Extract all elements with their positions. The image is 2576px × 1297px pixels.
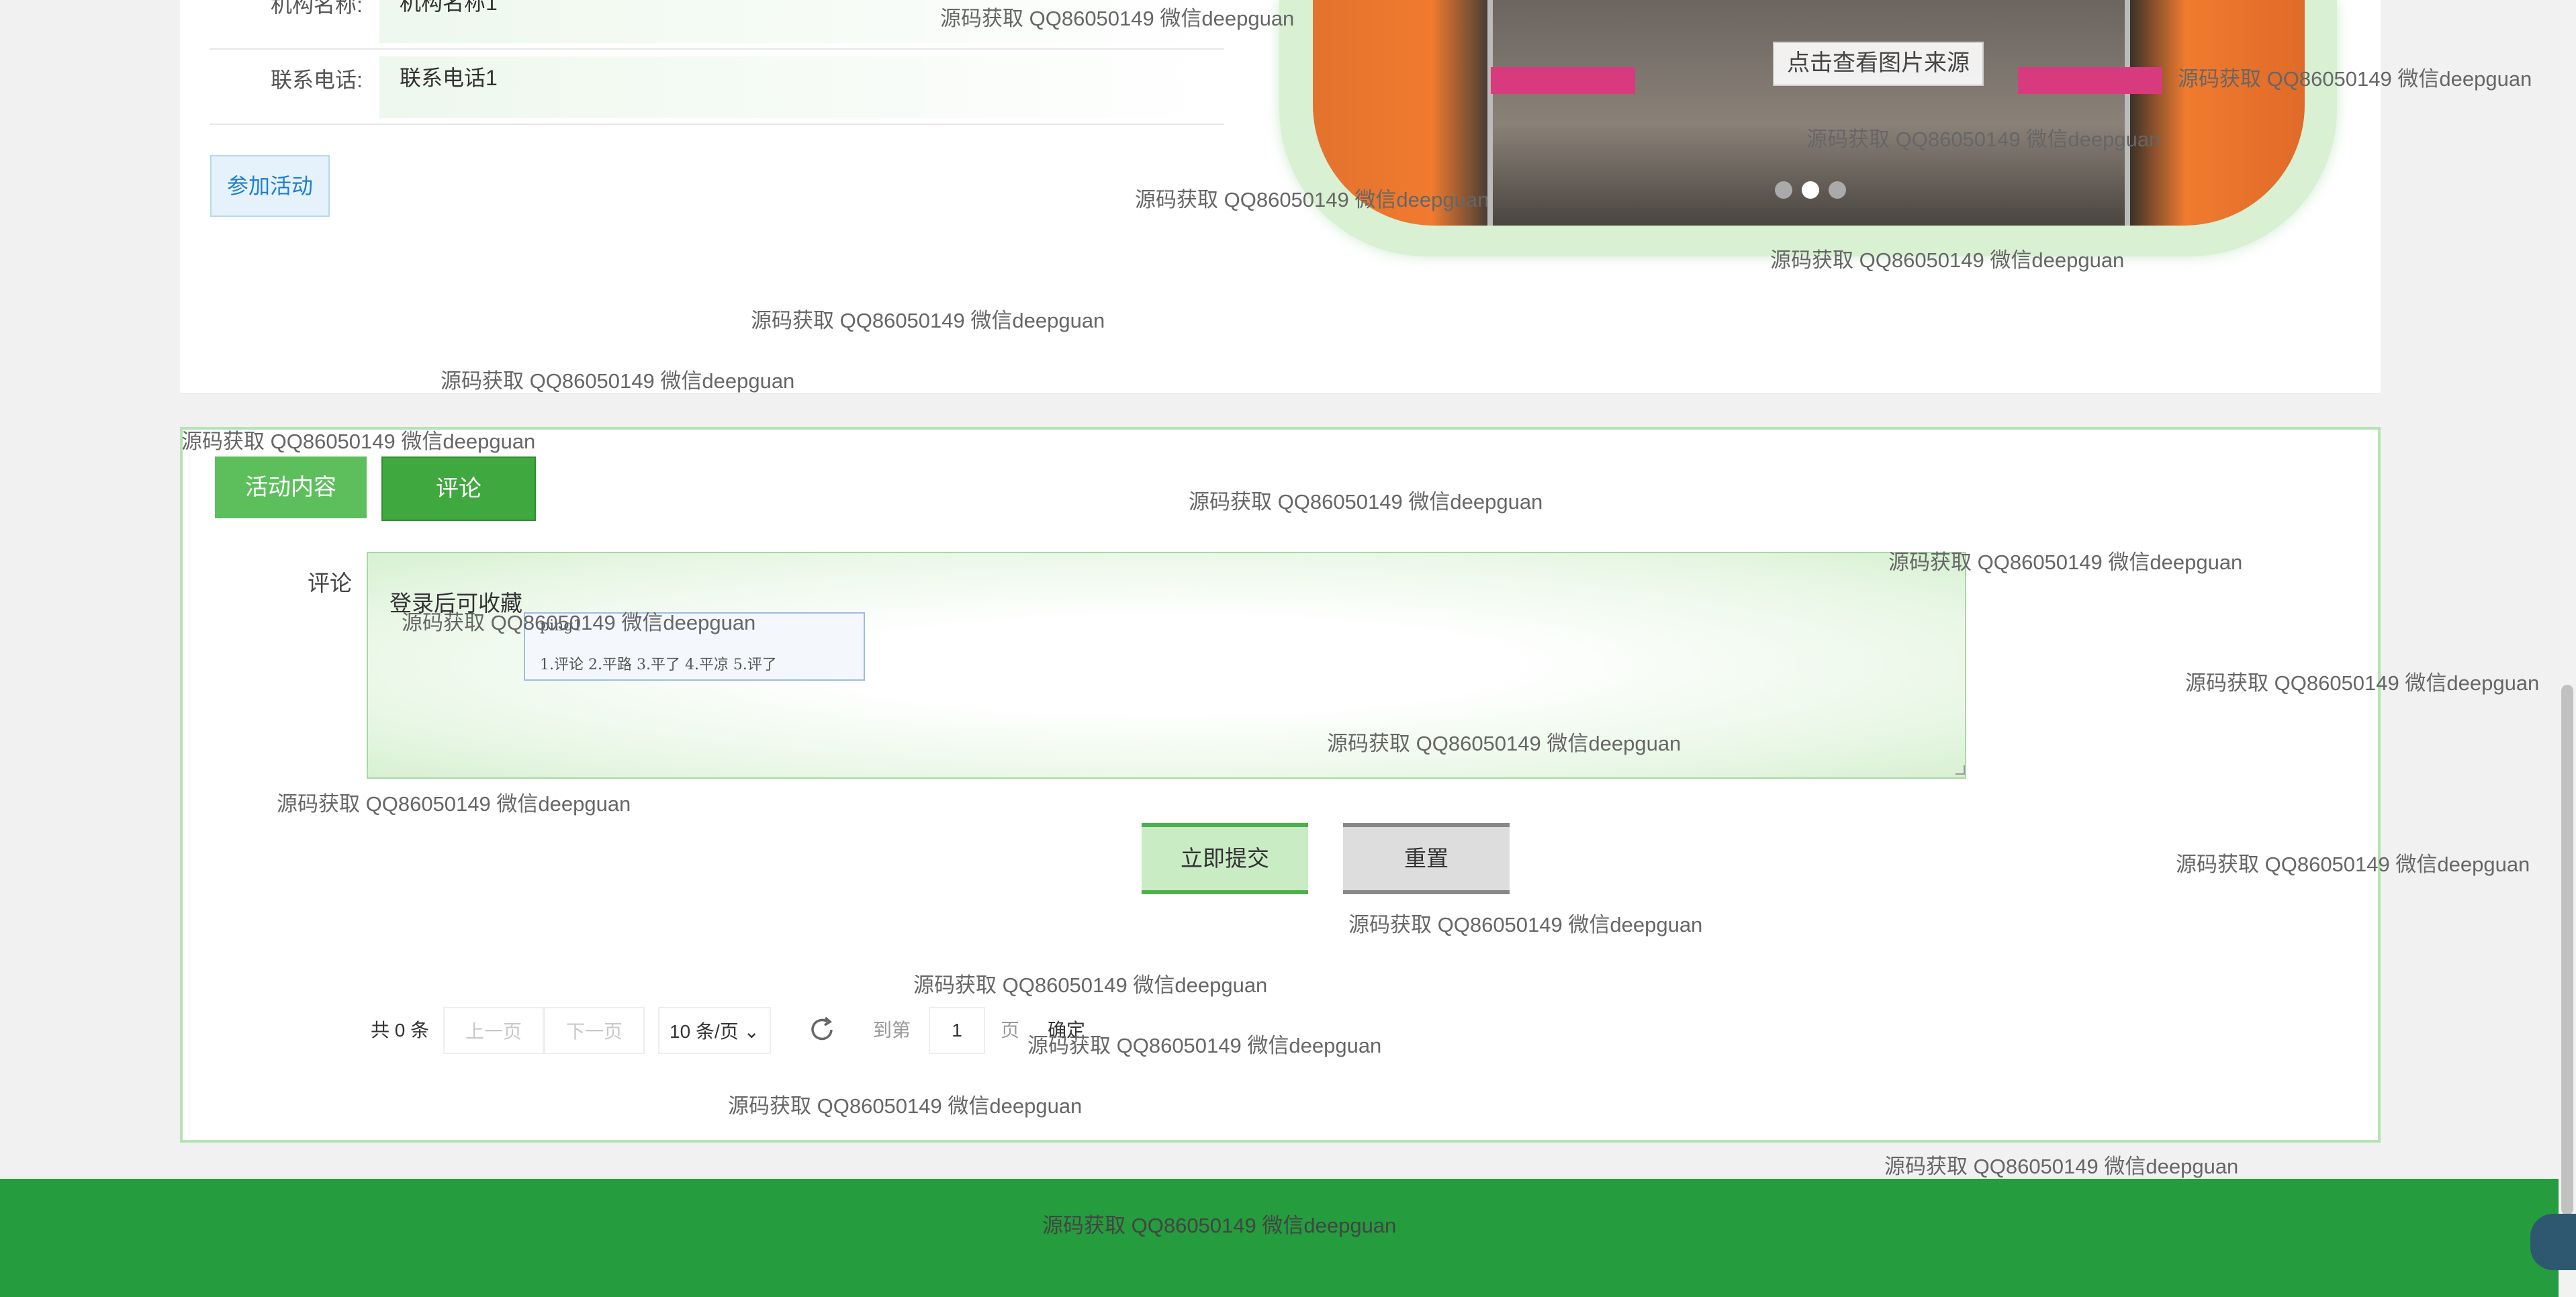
goto-label: 到第 [873,1020,911,1041]
chevron-down-icon: ⌄ [743,1021,760,1042]
phone-value: 联系电话1 [379,56,1224,118]
org-name-row: 机构名称: 机构名称1 [210,0,1224,50]
goto-confirm-button[interactable]: 确定 [1048,1007,1085,1054]
page-footer: 源码获取 QQ86050149 微信deepguan [0,1179,2576,1297]
footer-text: 源码获取 QQ86050149 微信deepguan [1042,1214,1397,1237]
ime-candidate-popup[interactable]: ping1 1.评论 2.平路 3.平了 4.平凉 5.评了 [524,612,865,681]
reset-button[interactable]: 重置 [1343,823,1510,894]
comment-label: 评论 [308,571,352,595]
phone-row: 联系电话: 联系电话1 [210,51,1224,125]
watermark-text: 源码获取 QQ86050149 微信deepguan [1884,1155,2239,1178]
resize-handle-icon[interactable] [1956,765,1965,775]
carousel-dot-active[interactable] [1802,181,1819,199]
org-name-value: 机构名称1 [379,0,1224,43]
ime-pinyin: ping1 [540,618,583,634]
phone-label: 联系电话: [271,68,363,92]
carousel-dot[interactable] [1775,181,1792,199]
refresh-icon[interactable] [807,1015,837,1045]
pagination-total: 共 0 条 [371,1020,430,1041]
login-to-favorite-text: 登录后可收藏 [389,591,522,616]
page-suffix-label: 页 [1001,1020,1020,1041]
tab-comment[interactable]: 评论 [381,457,536,521]
tab-activity-content[interactable]: 活动内容 [215,457,367,518]
floating-avatar[interactable] [2530,1214,2576,1270]
page-size-value: 10 条/页 [670,1021,739,1042]
image-source-button[interactable]: 点击查看图片来源 [1773,42,1984,86]
submit-button[interactable]: 立即提交 [1142,823,1308,894]
page-number-input[interactable]: 1 [929,1007,985,1054]
org-name-label: 机构名称: [271,0,363,17]
scrollbar-thumb[interactable] [2561,685,2573,1215]
next-page-button[interactable]: 下一页 [544,1007,645,1054]
page-size-select[interactable]: 10 条/页 ⌄ [658,1007,771,1054]
shop-sign-left [1491,67,1635,94]
shop-sign-right [2018,67,2162,94]
image-carousel[interactable] [1313,0,2305,226]
ime-candidates[interactable]: 1.评论 2.平路 3.平了 4.平凉 5.评了 [540,653,777,674]
carousel-dot[interactable] [1829,181,1846,199]
prev-page-button[interactable]: 上一页 [443,1007,544,1054]
join-activity-button[interactable]: 参加活动 [210,155,330,217]
